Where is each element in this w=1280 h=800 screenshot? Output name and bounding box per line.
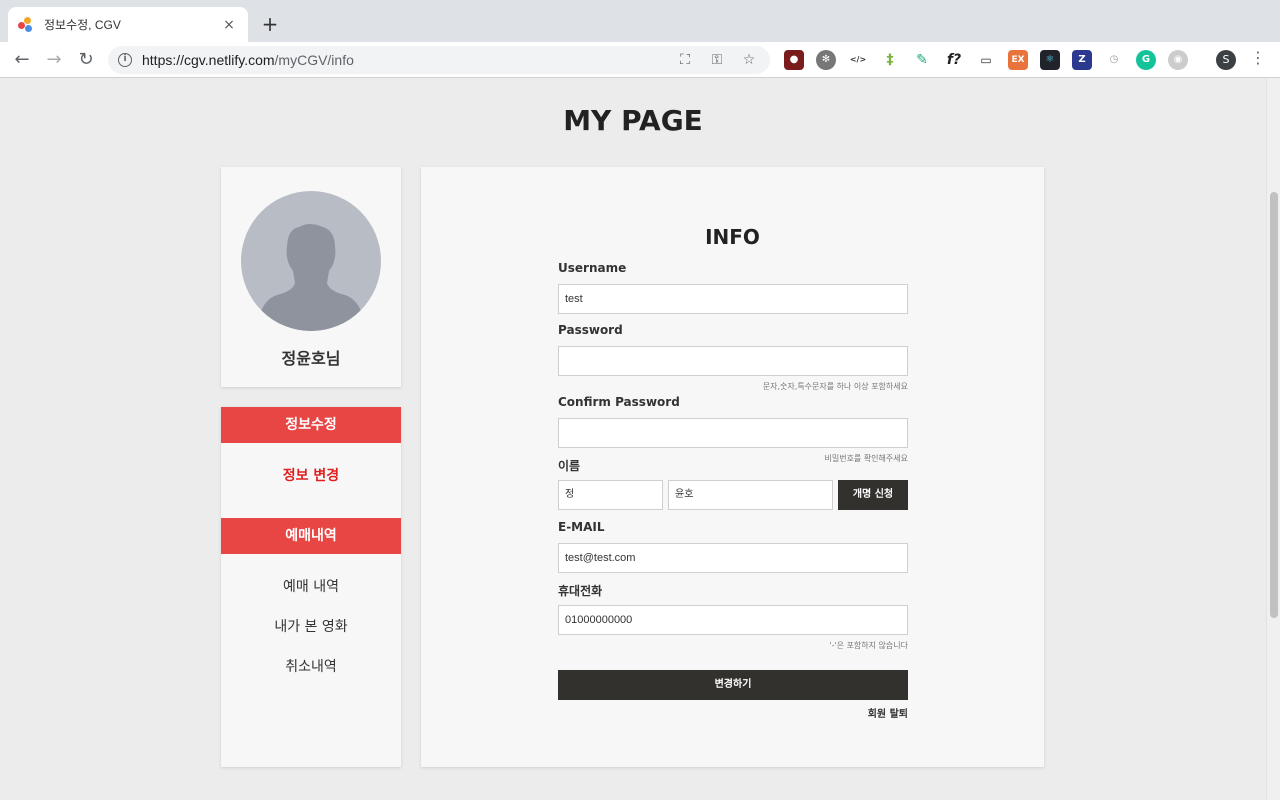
extensions-area: ● ✻ </> ‡ ✎ f? ▭ EX ⚛ Z ◷ G ◉ [784, 50, 1200, 70]
url-text[interactable]: https://cgv.netlify.com/myCGV/info [142, 52, 664, 68]
confirm-password-hint: 비밀번호를 확인해주세요 [824, 454, 908, 463]
password-hint: 문자,숫자,특수문자를 하나 이상 포함하세요 [762, 382, 908, 391]
tab-strip: 정보수정, CGV × + [0, 0, 1280, 42]
user-name: 정윤호님 [281, 349, 341, 368]
person-silhouette-icon [257, 224, 365, 331]
code-icon[interactable]: </> [848, 50, 868, 70]
phone-field[interactable]: 01000000000 [558, 605, 908, 635]
menu-header-edit-info[interactable]: 정보수정 [221, 407, 401, 443]
f-icon[interactable]: f? [944, 50, 964, 70]
gear-icon[interactable]: ✻ [816, 50, 836, 70]
url-host: https://cgv.netlify.com [142, 52, 275, 68]
sidebar-item-reservation-list[interactable]: 예매 내역 [221, 576, 401, 596]
cgv-favicon-icon [18, 16, 34, 33]
username-label: Username [558, 261, 627, 275]
scrollbar-thumb[interactable] [1270, 192, 1278, 618]
new-tab-button[interactable]: + [258, 12, 282, 36]
profile-card: 정윤호님 [221, 167, 401, 387]
password-field[interactable] [558, 346, 908, 376]
ladder-icon[interactable]: ‡ [880, 50, 900, 70]
sidebar-menu: 정보수정 정보 변경 예매내역 예매 내역 내가 본 영화 취소내역 [221, 407, 401, 767]
phone-label: 휴대전화 [558, 584, 603, 598]
password-label: Password [558, 323, 623, 337]
confirm-password-label: Confirm Password [558, 395, 680, 409]
z-icon[interactable]: Z [1072, 50, 1092, 70]
profile-avatar[interactable]: S [1216, 50, 1236, 70]
tab-title: 정보수정, CGV [44, 18, 121, 32]
sidebar-item-watched-movies[interactable]: 내가 본 영화 [221, 616, 401, 636]
menu-header-reservations[interactable]: 예매내역 [221, 518, 401, 554]
avatar [241, 191, 381, 331]
confirm-password-field[interactable] [558, 418, 908, 448]
rename-request-button[interactable]: 개명 신청 [838, 480, 908, 510]
page-scrollbar[interactable] [1266, 78, 1280, 800]
forward-arrow-icon[interactable]: → [42, 48, 66, 72]
withdraw-link[interactable]: 회원 탈퇴 [558, 705, 908, 720]
eyedropper-icon[interactable]: ✎ [912, 50, 932, 70]
cast-icon[interactable]: ▭ [976, 50, 996, 70]
last-name-field[interactable]: 정 [558, 480, 663, 510]
clock-icon[interactable]: ◷ [1104, 50, 1124, 70]
phone-hint: '-'은 포함하지 않습니다 [829, 641, 908, 650]
reload-icon[interactable]: ↻ [74, 48, 98, 72]
react-icon[interactable]: ⚛ [1040, 50, 1060, 70]
browser-menu-icon[interactable]: ⋮ [1250, 48, 1266, 67]
ex-icon[interactable]: EX [1008, 50, 1028, 70]
translate-icon[interactable]: ⛶ [674, 52, 696, 68]
first-name-field[interactable]: 윤호 [668, 480, 833, 510]
email-field[interactable]: test@test.com [558, 543, 908, 573]
site-info-icon[interactable]: i [118, 53, 132, 67]
url-path: /myCGV/info [274, 52, 354, 68]
browser-toolbar: ← → ↻ i https://cgv.netlify.com/myCGV/in… [0, 42, 1280, 78]
spy-icon[interactable]: ● [784, 50, 804, 70]
key-icon[interactable]: ⚿ [706, 52, 728, 68]
username-field[interactable]: test [558, 284, 908, 314]
name-label: 이름 [558, 459, 581, 473]
tab-close-icon[interactable]: × [220, 17, 238, 33]
address-bar[interactable]: i https://cgv.netlify.com/myCGV/info ⛶ ⚿… [108, 46, 770, 74]
back-arrow-icon[interactable]: ← [10, 48, 34, 72]
sidebar-item-change-info[interactable]: 정보 변경 [221, 465, 401, 485]
grammarly-icon[interactable]: G [1136, 50, 1156, 70]
info-form-card: INFO Username test Password 문자,숫자,특수문자를 … [421, 167, 1044, 767]
email-label: E-MAIL [558, 520, 605, 534]
page-title: MY PAGE [563, 104, 703, 137]
form-title: INFO [705, 225, 760, 249]
submit-button[interactable]: 변경하기 [558, 670, 908, 700]
star-icon[interactable]: ☆ [738, 52, 760, 68]
browser-tab[interactable]: 정보수정, CGV × [8, 7, 248, 42]
sidebar-item-cancellations[interactable]: 취소내역 [221, 656, 401, 676]
discord-icon[interactable]: ◉ [1168, 50, 1188, 70]
